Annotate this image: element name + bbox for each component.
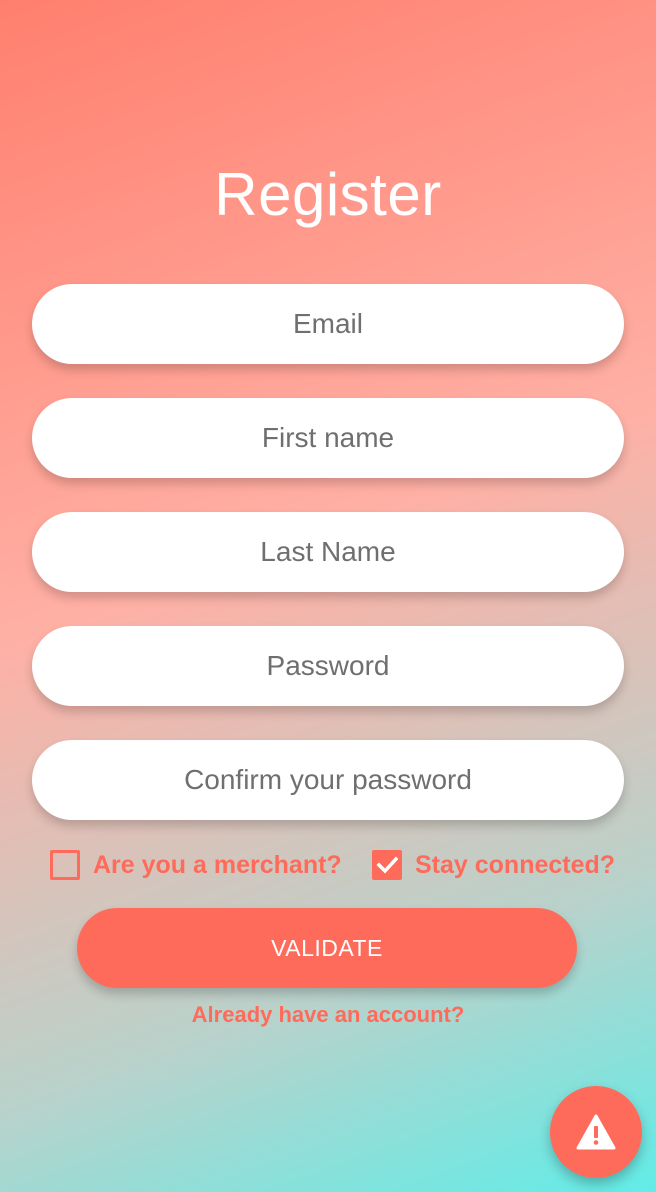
stay-connected-checkbox-label[interactable]: Stay connected?: [415, 851, 615, 880]
password-field[interactable]: [32, 626, 624, 706]
warning-icon: [576, 1114, 616, 1150]
merchant-checkbox-row[interactable]: Are you a merchant?: [50, 848, 342, 882]
validate-button[interactable]: VALIDATE: [77, 908, 577, 988]
already-have-account-link[interactable]: Already have an account?: [0, 1002, 656, 1028]
last-name-field[interactable]: [32, 512, 624, 592]
confirm-password-field[interactable]: [32, 740, 624, 820]
page-title: Register: [214, 161, 442, 228]
warning-fab-button[interactable]: [550, 1086, 642, 1178]
merchant-checkbox[interactable]: [50, 850, 80, 880]
email-field[interactable]: [32, 284, 624, 364]
first-name-field[interactable]: [32, 398, 624, 478]
merchant-checkbox-label[interactable]: Are you a merchant?: [93, 851, 342, 880]
stay-connected-checkbox-row[interactable]: Stay connected?: [372, 848, 615, 882]
checkmark-icon: [376, 856, 398, 874]
stay-connected-checkbox[interactable]: [372, 850, 402, 880]
